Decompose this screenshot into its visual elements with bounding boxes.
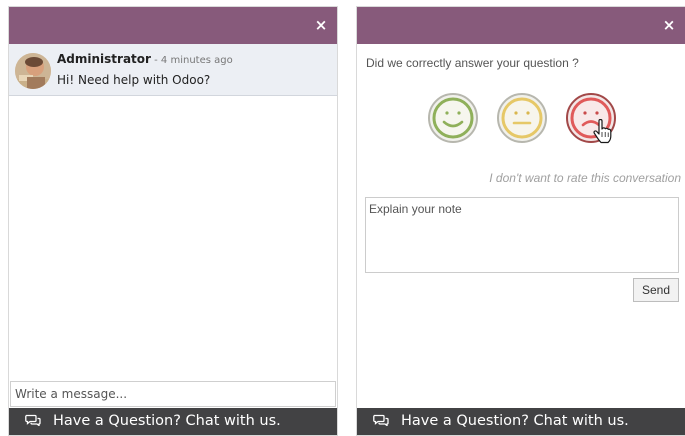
message-input[interactable] xyxy=(10,381,336,407)
chat-header: × xyxy=(9,7,337,44)
rating-note-input[interactable] xyxy=(365,197,679,273)
rating-question: Did we correctly answer your question ? xyxy=(366,56,579,70)
message-author: Administrator - 4 minutes ago xyxy=(57,52,233,66)
chat-button[interactable]: Have a Question? Chat with us. xyxy=(9,408,337,435)
message-text: Hi! Need help with Odoo? xyxy=(57,73,211,87)
send-button[interactable]: Send xyxy=(633,278,679,302)
chat-button-label: Have a Question? Chat with us. xyxy=(53,413,281,429)
close-button[interactable]: × xyxy=(313,17,329,33)
avatar xyxy=(15,53,51,89)
author-name: Administrator xyxy=(57,52,151,66)
chat-bubbles-icon xyxy=(373,414,389,426)
chat-header: × xyxy=(357,7,685,44)
rating-window: × Did we correctly answer your question … xyxy=(356,6,685,436)
chat-window: × Administrator - 4 minutes ago Hi! Need… xyxy=(8,6,338,436)
skip-rating-link[interactable]: I don't want to rate this conversation xyxy=(489,171,681,185)
message-timestamp: - 4 minutes ago xyxy=(150,55,233,66)
chat-button-label: Have a Question? Chat with us. xyxy=(401,413,629,429)
chat-button[interactable]: Have a Question? Chat with us. xyxy=(357,408,685,435)
chat-bubbles-icon xyxy=(25,414,41,426)
close-button[interactable]: × xyxy=(661,17,677,33)
sad-face-icon[interactable] xyxy=(565,92,617,144)
happy-face-icon[interactable] xyxy=(427,92,479,144)
message-item: Administrator - 4 minutes ago Hi! Need h… xyxy=(9,44,337,96)
neutral-face-icon[interactable] xyxy=(496,92,548,144)
